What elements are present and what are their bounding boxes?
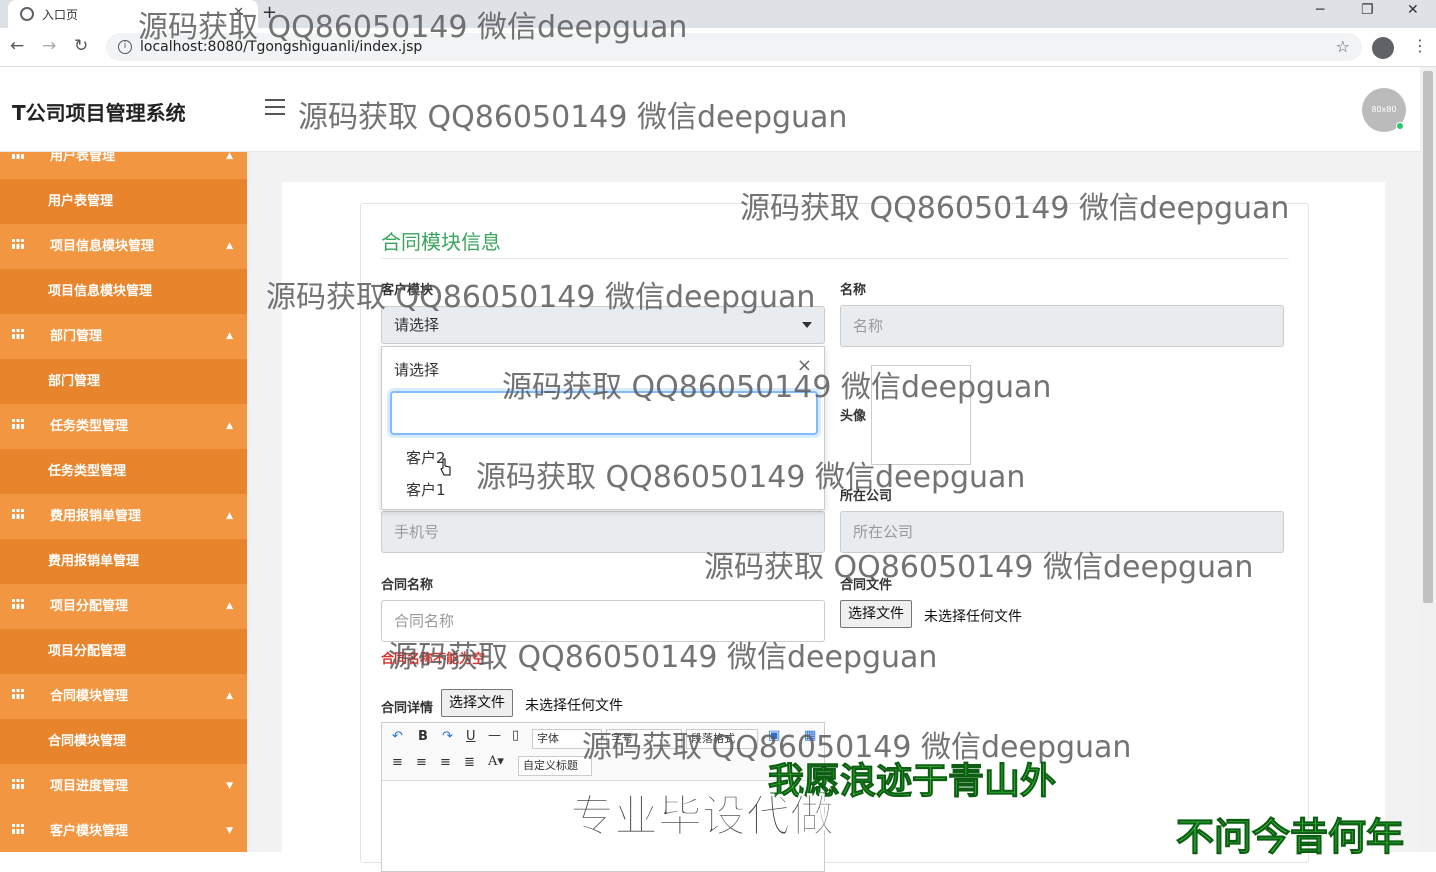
tab-title: 入口页 <box>42 7 79 22</box>
brand-title: T公司项目管理系统 <box>12 101 186 125</box>
chevron-up-icon: ▲ <box>226 241 233 251</box>
sidebar-group-user[interactable]: 用户表管理 ▲ <box>0 152 247 179</box>
sidebar-item-project-info[interactable]: 项目信息模块管理 <box>0 269 247 314</box>
grid-icon <box>12 329 24 339</box>
chevron-up-icon: ▲ <box>226 691 233 701</box>
chevron-up-icon: ▲ <box>226 421 233 431</box>
forward-icon[interactable]: → <box>42 36 56 56</box>
customer-selected-value: 请选择 <box>394 316 440 334</box>
online-status-dot <box>1396 122 1404 130</box>
grid-icon <box>12 239 24 249</box>
chevron-up-icon: ▲ <box>226 331 233 341</box>
name-label: 名称 <box>840 283 867 298</box>
align-left-icon[interactable]: ≡ <box>392 755 403 770</box>
chevron-up-icon: ▲ <box>226 152 233 161</box>
sidebar-item-assignment[interactable]: 项目分配管理 <box>0 629 247 674</box>
custom-title-select[interactable]: 自定义标题 <box>518 756 592 776</box>
sidebar-item-expense[interactable]: 费用报销单管理 <box>0 539 247 584</box>
scrollbar-thumb[interactable] <box>1423 71 1433 603</box>
sidebar-group-customer[interactable]: 客户模块管理 ▼ <box>0 809 247 852</box>
info-icon[interactable]: i <box>118 40 132 54</box>
title-divider <box>381 258 1289 259</box>
name-input[interactable]: 名称 <box>840 305 1284 347</box>
sidebar-group-label: 合同模块管理 <box>50 689 129 704</box>
grid-icon <box>12 419 24 429</box>
sidebar-group-department[interactable]: 部门管理 ▲ <box>0 314 247 359</box>
globe-icon <box>20 7 34 21</box>
sidebar-group-label: 任务类型管理 <box>50 419 129 434</box>
sidebar: 用户表管理 ▲ 用户表管理 项目信息模块管理 ▲ 项目信息模块管理 部门管理 ▲… <box>0 152 247 852</box>
sidebar-group-label: 部门管理 <box>50 329 103 344</box>
watermark-text: 源码获取 QQ86050149 微信deepguan <box>266 280 816 315</box>
dropdown-header: 请选择 <box>394 361 440 379</box>
sidebar-group-expense[interactable]: 费用报销单管理 ▲ <box>0 494 247 539</box>
chevron-up-icon: ▲ <box>226 511 233 521</box>
horizontal-rule-icon[interactable]: — <box>488 728 501 743</box>
account-icon[interactable] <box>1372 37 1394 59</box>
page-title: 合同模块信息 <box>381 230 501 254</box>
grid-icon <box>12 779 24 789</box>
grid-icon <box>12 689 24 699</box>
chevron-up-icon: ▲ <box>226 601 233 611</box>
detail-file-button[interactable]: 选择文件 <box>441 689 513 717</box>
grid-icon <box>12 824 24 834</box>
sidebar-item-department[interactable]: 部门管理 <box>0 359 247 404</box>
sidebar-item-task-type[interactable]: 任务类型管理 <box>0 449 247 494</box>
sidebar-group-label: 项目信息模块管理 <box>50 239 155 254</box>
menu-toggle-icon[interactable] <box>265 99 285 115</box>
sidebar-item-user[interactable]: 用户表管理 <box>0 179 247 224</box>
sidebar-group-label: 用户表管理 <box>50 152 116 164</box>
contract-detail-label: 合同详情 <box>381 701 434 716</box>
page-scrollbar[interactable] <box>1420 67 1436 852</box>
bold-icon[interactable]: B <box>418 729 428 744</box>
browser-menu-icon[interactable]: ⋮ <box>1412 36 1428 55</box>
window-close-button[interactable]: ✕ <box>1407 2 1419 18</box>
avatar-label: 头像 <box>840 409 867 424</box>
grid-icon <box>12 509 24 519</box>
detail-file-status: 未选择任何文件 <box>525 698 623 714</box>
sidebar-group-assignment[interactable]: 项目分配管理 ▲ <box>0 584 247 629</box>
undo-icon[interactable]: ↶ <box>392 729 403 744</box>
watermark-text: 源码获取 QQ86050149 微信deepguan <box>476 460 1026 495</box>
watermark-text: 源码获取 QQ86050149 微信deepguan <box>298 100 848 135</box>
contract-file-button[interactable]: 选择文件 <box>840 600 912 628</box>
sidebar-group-label: 费用报销单管理 <box>50 509 142 524</box>
font-color-icon[interactable]: A▾ <box>488 754 504 769</box>
underline-icon[interactable]: U <box>466 729 476 744</box>
sidebar-group-contract[interactable]: 合同模块管理 ▲ <box>0 674 247 719</box>
subtitle-line-2: 专业毕设代做 <box>570 791 835 843</box>
restore-button[interactable]: ❐ <box>1361 2 1374 18</box>
sidebar-group-task-type[interactable]: 任务类型管理 ▲ <box>0 404 247 449</box>
subtitle-line-3: 不问今昔何年 <box>1175 815 1405 860</box>
chevron-down-icon: ▼ <box>226 826 233 836</box>
contract-file-status: 未选择任何文件 <box>924 609 1022 625</box>
caret-down-icon <box>802 322 812 328</box>
watermark-text: 源码获取 QQ86050149 微信deepguan <box>138 10 688 45</box>
align-center-icon[interactable]: ≡ <box>416 755 427 770</box>
minimize-button[interactable]: ─ <box>1316 2 1324 18</box>
bookmark-star-icon[interactable]: ☆ <box>1336 37 1350 56</box>
page-icon[interactable]: ▯ <box>512 728 519 743</box>
sidebar-group-project-info[interactable]: 项目信息模块管理 ▲ <box>0 224 247 269</box>
back-icon[interactable]: ← <box>10 36 24 56</box>
reload-icon[interactable]: ↻ <box>74 36 88 56</box>
grid-icon <box>12 152 24 159</box>
contract-name-label: 合同名称 <box>381 578 434 593</box>
grid-icon <box>12 599 24 609</box>
align-right-icon[interactable]: ≡ <box>440 755 451 770</box>
dropdown-option[interactable]: 客户1 <box>406 479 446 500</box>
sidebar-item-contract[interactable]: 合同模块管理 <box>0 719 247 764</box>
watermark-text: 源码获取 QQ86050149 微信deepguan <box>388 640 938 675</box>
sidebar-group-label: 客户模块管理 <box>50 824 129 839</box>
sidebar-group-label: 项目进度管理 <box>50 779 129 794</box>
watermark-text: 源码获取 QQ86050149 微信deepguan <box>704 550 1254 585</box>
watermark-text: 源码获取 QQ86050149 微信deepguan <box>740 191 1290 226</box>
mouse-cursor-icon <box>440 458 451 476</box>
sidebar-group-label: 项目分配管理 <box>50 599 129 614</box>
align-justify-icon[interactable]: ≣ <box>464 755 475 770</box>
watermark-text: 源码获取 QQ86050149 微信deepguan <box>502 370 1052 405</box>
sidebar-group-progress[interactable]: 项目进度管理 ▼ <box>0 764 247 809</box>
redo-icon[interactable]: ↷ <box>442 729 453 744</box>
chevron-down-icon: ▼ <box>226 781 233 791</box>
